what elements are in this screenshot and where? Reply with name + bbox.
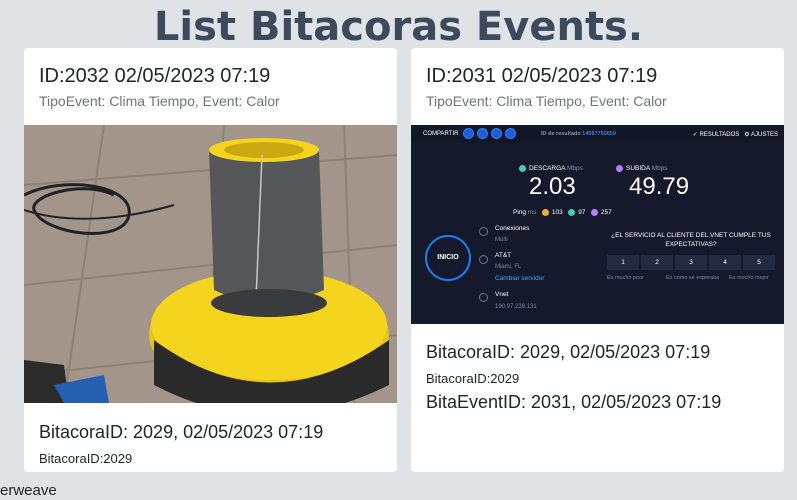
connections-icon [479, 227, 488, 236]
ip-address: 190.97.238.131 [495, 304, 537, 310]
download-icon [519, 165, 526, 172]
result-id: ID de resultado 14687760659 [541, 131, 616, 137]
connections-value: Multi [495, 237, 508, 243]
upload-unit: Mbps [651, 165, 668, 173]
ping-up-value: 257 [600, 209, 612, 217]
footer-text: erweave [0, 482, 57, 499]
isp-name: Vnet [495, 291, 509, 298]
bitacora-title: BitacoraID: 2029, 02/05/2023 07:19 [426, 342, 711, 362]
ping-unit: ms [527, 209, 537, 217]
bitaevent-title: BitaEventID: 2031, 02/05/2023 07:19 [426, 392, 722, 412]
bitacora-id: BitacoraID:2029 [426, 371, 520, 386]
link-icon [463, 128, 474, 139]
results-link: RESULTADOS [699, 132, 740, 138]
upload-value: 49.79 [629, 173, 690, 200]
scale-low-label: Es mucho peor [607, 275, 644, 281]
upload-text: SUBIDA [626, 165, 650, 173]
upload-label: SUBIDA Mbps [616, 165, 668, 172]
result-label: ID de resultado [541, 131, 581, 137]
more-icon [505, 128, 516, 139]
ping-icon [541, 209, 549, 216]
event-id: ID:2032 02/05/2023 07:19 [39, 65, 271, 87]
page-title: List Bitacoras Events. [153, 4, 644, 50]
rating-5[interactable]: 5 [743, 255, 775, 270]
scale-high-label: Es mucho mejor [729, 275, 769, 281]
download-label: DESCARGA Mbps [519, 165, 583, 172]
download-text: DESCARGA [529, 165, 566, 173]
survey-question: ¿EL SERVICIO AL CLIENTE DEL VNET CUMPLE … [611, 232, 771, 248]
download-value: 2.03 [529, 173, 576, 200]
facebook-icon [491, 128, 502, 139]
speedtest-screenshot: COMPARTIR ID de resultado 14687760659 ✓ … [411, 125, 784, 324]
ping-label: Ping [513, 209, 527, 217]
results-settings: ✓ RESULTADOS ⚙ AJUSTES [693, 131, 778, 138]
event-type: TipoEvent: Clima Tiempo, Event: Calor [426, 93, 667, 109]
ping-value: 103 [551, 209, 563, 217]
connections-label: Conexiones [495, 225, 530, 232]
event-card: ID:2031 02/05/2023 07:19 TipoEvent: Clim… [411, 48, 784, 472]
upload-icon [616, 165, 623, 172]
download-unit: Mbps [566, 165, 583, 173]
provider-location: Miami, FL [495, 264, 522, 270]
change-server-link[interactable]: Cambiar servidor [495, 275, 545, 282]
ping-up-icon [590, 209, 598, 216]
go-button[interactable]: INICIO [425, 235, 471, 281]
provider-name: AT&T [495, 252, 512, 259]
gear-icon: ⚙ [744, 132, 751, 138]
ping-down-value: 97 [578, 209, 586, 217]
ping-row: Ping ms 103 97 257 [513, 209, 612, 216]
event-card: ID:2032 02/05/2023 07:19 TipoEvent: Clim… [24, 48, 397, 472]
bitacora-id: BitacoraID:2029 [39, 451, 133, 466]
event-photo [24, 125, 397, 403]
settings-link: AJUSTES [750, 132, 778, 138]
rating-4[interactable]: 4 [709, 255, 741, 270]
rating-1[interactable]: 1 [607, 255, 639, 270]
result-id-value: 14687760659 [582, 131, 616, 137]
bitacora-title: BitacoraID: 2029, 02/05/2023 07:19 [39, 422, 324, 442]
share-label: COMPARTIR [423, 131, 459, 137]
event-id: ID:2031 02/05/2023 07:19 [426, 65, 658, 87]
rating-3[interactable]: 3 [675, 255, 707, 270]
globe-icon [479, 255, 488, 264]
scale-mid-label: Es como se esperaba [666, 275, 720, 281]
user-icon [479, 293, 488, 302]
twitter-icon [477, 128, 488, 139]
rating-2[interactable]: 2 [641, 255, 673, 270]
event-type: TipoEvent: Clima Tiempo, Event: Calor [39, 93, 280, 109]
ping-down-icon [568, 209, 576, 216]
